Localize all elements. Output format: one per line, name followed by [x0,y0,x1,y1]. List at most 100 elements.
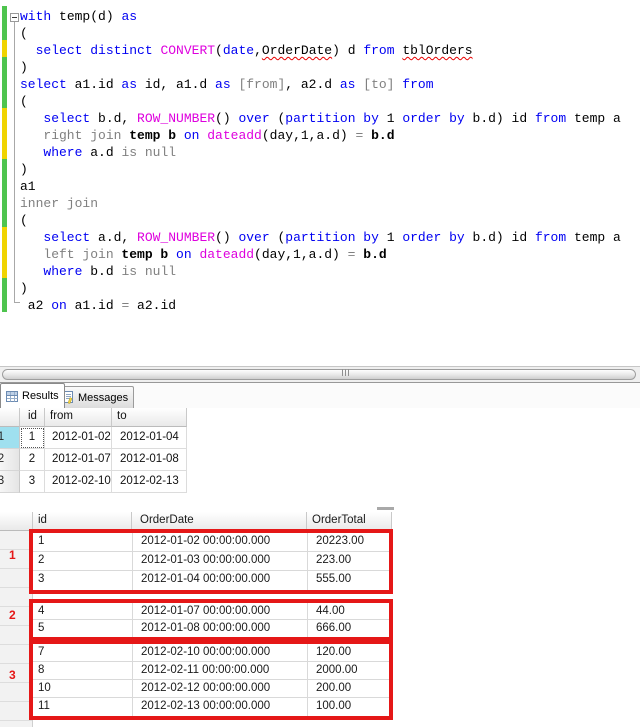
code-line[interactable]: where a.d is null [20,144,621,161]
tab-results[interactable]: Results [0,383,65,408]
table-row: 112012-01-022012-01-04 [0,427,187,449]
table-cell[interactable]: 2000.00 [307,662,389,679]
tab-messages-label: Messages [78,391,129,404]
table-cell[interactable]: 4 [33,603,132,619]
row-header[interactable]: 1 [0,427,20,449]
table-cell[interactable]: 2012-01-08 00:00:00.000 [132,620,307,637]
code-line[interactable]: ) [20,59,621,76]
code-line[interactable]: a2 on a1.id = a2.id [20,297,621,314]
table-cell[interactable]: 10 [33,680,132,697]
table-cell[interactable]: 2012-01-02 00:00:00.000 [132,533,307,551]
code-token: 1 [386,230,403,245]
table-cell[interactable]: 100.00 [307,698,389,716]
table-cell[interactable]: 2012-01-04 00:00:00.000 [132,571,307,590]
change-bar-yellow [2,244,7,261]
code-line[interactable]: ( [20,212,621,229]
table-row: 8 2012-02-11 00:00:00.000 2000.00 [33,662,389,680]
change-bar-yellow [2,125,7,142]
code-token: = [355,128,372,143]
highlight-group-box: 4 2012-01-07 00:00:00.000 44.00 5 2012-01-08… [29,599,393,641]
code-line[interactable]: select b.d, ROW_NUMBER() over (partition… [20,110,620,127]
table-cell[interactable]: 200.00 [307,680,389,697]
table-row: 222012-01-072012-01-08 [0,449,187,471]
table-cell[interactable]: 2012-01-07 00:00:00.000 [132,603,307,619]
table-cell[interactable]: 3 [33,571,132,590]
code-line[interactable]: ( [20,93,621,110]
code-line[interactable]: ) [20,280,621,297]
code-line[interactable]: where b.d is null [20,263,621,280]
code-token: = [121,298,138,313]
row-number: 3 [0,471,11,487]
table-cell[interactable]: 2012-01-03 00:00:00.000 [132,552,307,570]
table-cell[interactable]: 7 [33,644,132,661]
code-token: ) d [332,43,364,58]
collapse-region-icon[interactable] [10,13,19,22]
code-token: , [254,43,262,58]
code-token: over [238,111,278,126]
table-cell[interactable]: 2012-01-07 [45,449,112,471]
code-line[interactable]: a1 [20,178,621,195]
table-cell[interactable]: 2012-02-12 00:00:00.000 [132,680,307,697]
sql-editor[interactable]: with temp(d) as( select distinct CONVERT… [0,0,640,366]
table-cell[interactable]: 2012-02-13 [112,471,187,493]
scrollbar-thumb[interactable] [2,369,636,380]
table-cell[interactable]: 3 [20,471,45,493]
table-cell[interactable]: 2012-02-10 00:00:00.000 [132,644,307,661]
table-cell[interactable]: 555.00 [307,571,389,590]
column-header-from[interactable]: from [45,408,112,427]
table-cell[interactable]: 11 [33,698,132,716]
code-token: from [363,43,403,58]
table-cell[interactable]: 120.00 [307,644,389,661]
column-header-id[interactable]: id [20,408,45,427]
table-cell[interactable]: 2012-01-02 [45,427,112,449]
code-token: id, a1.d [144,77,216,92]
code-line[interactable]: inner join [20,195,621,212]
table-cell[interactable]: 8 [33,662,132,679]
table-cell[interactable]: 5 [33,620,132,637]
code-line[interactable]: ) [20,161,621,178]
change-bar-green [2,91,7,108]
table-cell[interactable]: 1 [20,427,45,449]
code-token: [to] [363,77,403,92]
code-line[interactable]: right join temp b on dateadd(day,1,a.d) … [20,127,621,144]
tab-messages[interactable]: Messages [57,386,135,408]
code-line[interactable]: select distinct CONVERT(date,OrderDate) … [20,42,621,59]
code-token: on [183,128,208,143]
table-cell[interactable]: 2012-02-11 00:00:00.000 [132,662,307,679]
table-cell[interactable]: 2012-01-08 [112,449,187,471]
sql-code[interactable]: with temp(d) as( select distinct CONVERT… [20,8,621,314]
table-cell[interactable]: 2012-01-04 [112,427,187,449]
code-token: , a2.d [285,77,340,92]
misspelled-identifier: OrderDate [261,43,333,58]
table-cell[interactable]: 44.00 [307,603,389,619]
code-token: select [20,77,75,92]
row-header-corner[interactable] [0,408,20,427]
code-token: ( [215,43,223,58]
horizontal-scrollbar[interactable] [0,366,640,383]
table-cell[interactable]: 223.00 [307,552,389,570]
row-header[interactable]: 3 [0,471,20,493]
code-line[interactable]: with temp(d) as [20,8,621,25]
table-cell[interactable]: 2012-02-13 00:00:00.000 [132,698,307,716]
code-token: select [43,230,99,245]
code-line[interactable]: ( [20,25,621,42]
code-token: a2.id [137,298,177,313]
table-cell[interactable]: 20223.00 [307,533,389,551]
table-cell[interactable]: 666.00 [307,620,389,637]
code-token: () [215,230,239,245]
table-cell[interactable]: 2 [33,552,132,570]
code-line[interactable]: select a1.id as id, a1.d as [from], a2.d… [20,76,621,93]
table-cell[interactable]: 1 [33,533,132,551]
code-token: ( [20,213,28,228]
column-header-to[interactable]: to [112,408,187,427]
code-line[interactable]: select a.d, ROW_NUMBER() over (partition… [20,229,620,246]
table-cell[interactable]: 2012-02-10 [45,471,112,493]
code-token: is null [121,145,177,160]
code-line[interactable]: left join temp b on dateadd(day,1,a.d) =… [20,246,621,263]
fold-scope-line [14,22,15,302]
table-cell[interactable]: 2 [20,449,45,471]
code-token: on [176,247,200,262]
row-header[interactable]: 2 [0,449,20,471]
